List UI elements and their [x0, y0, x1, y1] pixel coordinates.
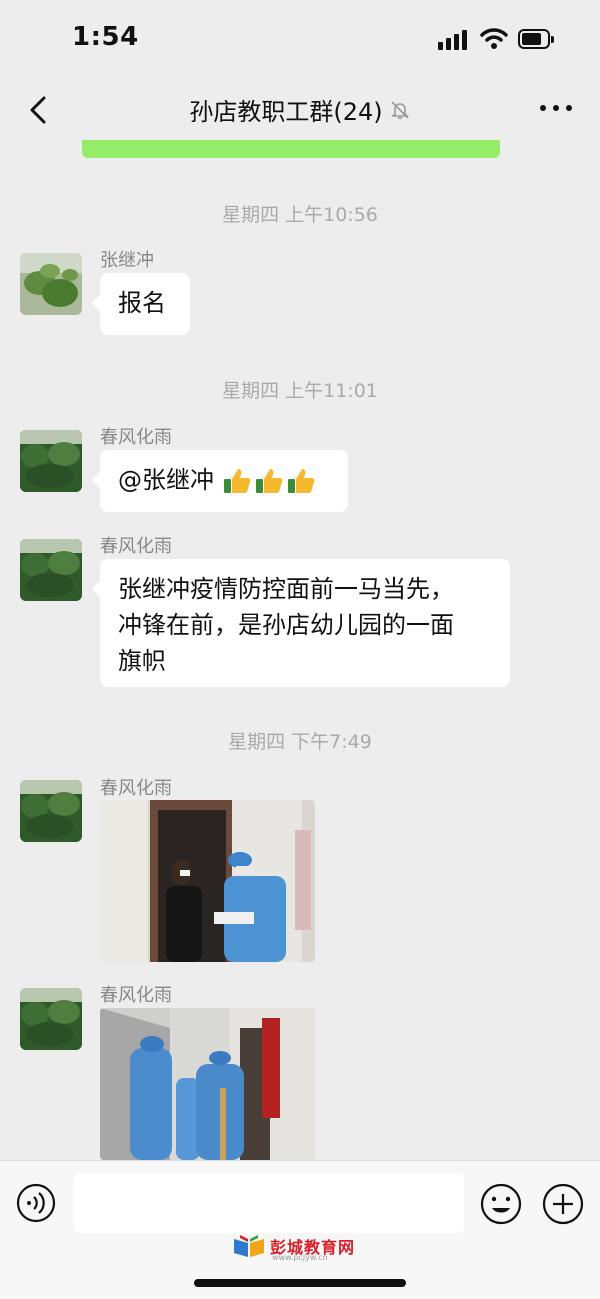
chat-title-wrap: 孙店教职工群(24) — [0, 92, 600, 127]
timestamp: 星期四 上午10:56 — [222, 204, 378, 226]
previous-message-bubble-edge — [82, 140, 500, 158]
battery-icon — [518, 29, 554, 49]
avatar[interactable] — [20, 539, 82, 601]
voice-icon[interactable] — [16, 1183, 56, 1223]
chat-title: 孙店教职工群(24) — [189, 98, 383, 126]
message-line: 旗帜 — [118, 647, 166, 675]
image-message[interactable] — [100, 800, 315, 962]
more-dots-icon[interactable] — [540, 102, 572, 114]
sender-name: 春风化雨 — [100, 427, 172, 448]
message-line: 张继冲疫情防控面前一马当先， — [118, 575, 454, 603]
message-bubble[interactable]: 张继冲疫情防控面前一马当先， 冲锋在前，是孙店幼儿园的一面 旗帜 — [92, 559, 510, 687]
watermark: 彭城教育网 www.pcjyw.cn — [232, 1233, 355, 1262]
emoji-icon[interactable] — [480, 1183, 522, 1225]
signal-icon — [438, 30, 470, 50]
wifi-icon — [480, 28, 508, 49]
input-bar: 彭城教育网 www.pcjyw.cn — [0, 1160, 600, 1299]
chat-message-list[interactable]: 星期四 上午10:56 张继冲 报名 星期四 上午11:01 春风化雨 @张继冲 — [0, 158, 600, 1160]
image-message[interactable] — [100, 1008, 315, 1160]
avatar[interactable] — [20, 988, 82, 1050]
timestamp: 星期四 下午7:49 — [228, 731, 372, 753]
avatar[interactable] — [20, 430, 82, 492]
sender-name: 张继冲 — [100, 250, 154, 271]
sender-name: 春风化雨 — [100, 778, 172, 799]
message-text: @张继冲 — [118, 466, 222, 494]
avatar[interactable] — [20, 253, 82, 315]
watermark-url: www.pcjyw.cn — [272, 1253, 328, 1262]
message-bubble[interactable]: @张继冲 — [92, 450, 348, 512]
avatar[interactable] — [20, 780, 82, 842]
status-bar: 1:54 — [0, 0, 600, 80]
plus-icon[interactable] — [542, 1183, 584, 1225]
home-indicator — [194, 1279, 406, 1287]
status-time: 1:54 — [72, 22, 139, 52]
mute-bell-icon — [390, 100, 409, 119]
thumbs-up-icon — [222, 467, 316, 495]
sender-name: 春风化雨 — [100, 536, 172, 557]
timestamp: 星期四 上午11:01 — [222, 380, 378, 402]
message-text: 报名 — [118, 289, 166, 317]
message-bubble[interactable]: 报名 — [92, 273, 190, 335]
message-line: 冲锋在前，是孙店幼儿园的一面 — [118, 611, 454, 639]
sender-name: 春风化雨 — [100, 985, 172, 1006]
message-input[interactable] — [74, 1173, 464, 1233]
book-logo-icon — [234, 1235, 264, 1257]
chat-header: 孙店教职工群(24) — [0, 80, 600, 140]
